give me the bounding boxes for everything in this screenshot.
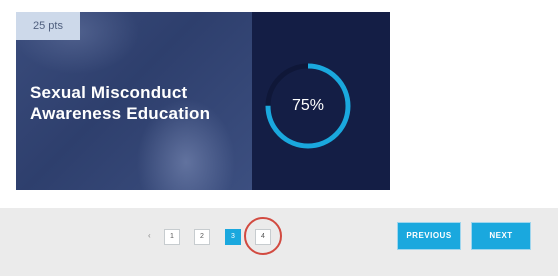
next-button[interactable]: NEXT [472, 223, 530, 249]
course-title: Sexual Misconduct Awareness Education [30, 83, 211, 123]
page-button-2[interactable]: 2 [194, 229, 210, 245]
previous-button[interactable]: PREVIOUS [398, 223, 460, 249]
progress-percent-label: 75% [291, 97, 325, 114]
highlight-annotation-circle [244, 217, 282, 255]
page-button-3-current[interactable]: 3 [225, 229, 241, 245]
pager-left-caret-icon: ‹ [148, 231, 151, 240]
page-button-1[interactable]: 1 [164, 229, 180, 245]
points-badge: 25 pts [16, 12, 80, 40]
